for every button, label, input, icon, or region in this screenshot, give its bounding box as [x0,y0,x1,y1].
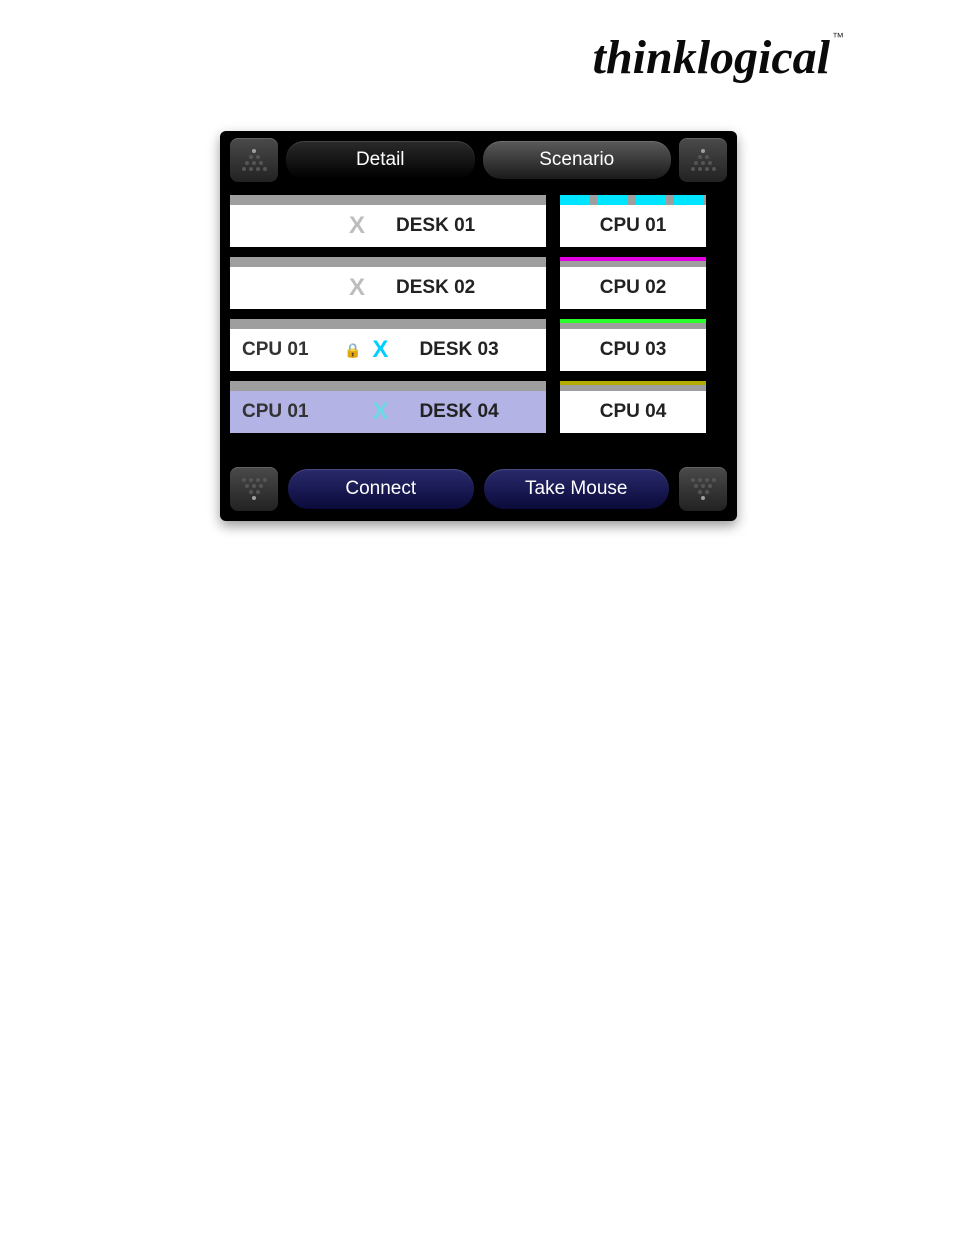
tab-scenario-label: Scenario [539,149,614,171]
disconnect-x-icon[interactable]: X [342,212,372,240]
desk-name-label: DESK 01 [396,215,475,237]
tab-detail[interactable]: Detail [286,141,475,179]
cpu-name-label: CPU 03 [600,339,667,361]
cpu-color-strip [560,319,706,329]
trademark: ™ [832,30,844,44]
take-mouse-button[interactable]: Take Mouse [484,469,670,509]
cpu-name-label: CPU 04 [600,401,667,423]
desk-name-label: DESK 03 [419,339,498,361]
cpu-cell: CPU 03 [560,329,706,371]
row-2: X DESK 02 CPU 02 [230,257,727,309]
cpu-name-label: CPU 02 [600,277,667,299]
brand-logo: thinklogical™ [593,30,844,85]
assigned-cpu-label: CPU 01 [242,339,342,361]
connect-button[interactable]: Connect [288,469,474,509]
bottom-bar: Connect Take Mouse [230,467,727,511]
desk-name-label: DESK 04 [419,401,498,423]
desk-cell: X DESK 02 [230,267,546,309]
top-bar: Detail Scenario [220,131,737,189]
disconnect-x-icon[interactable]: X [365,336,395,364]
matrix-body: X DESK 01 CPU 01 X DESK 02 [220,189,737,433]
row-4: CPU 01 🔒 X DESK 04 CPU 04 [230,381,727,433]
desk-strip [230,195,546,205]
dots-up-icon [691,149,716,171]
cpu-slot-4[interactable]: CPU 04 [560,381,706,433]
cpu-color-strip [560,195,706,205]
cpu-color-strip [560,381,706,391]
control-panel: Detail Scenario X DESK 01 [220,131,737,521]
scroll-down-right-button[interactable] [679,467,727,511]
scroll-down-left-button[interactable] [230,467,278,511]
disconnect-x-icon[interactable]: X [365,398,395,426]
cpu-name-label: CPU 01 [600,215,667,237]
dots-down-icon [691,478,716,500]
desk-cell: X DESK 01 [230,205,546,247]
desk-strip [230,257,546,267]
row-3: CPU 01 🔒 X DESK 03 CPU 03 [230,319,727,371]
cpu-cell: CPU 02 [560,267,706,309]
cpu-slot-3[interactable]: CPU 03 [560,319,706,371]
tab-scenario[interactable]: Scenario [483,141,672,179]
desk-slot-1[interactable]: X DESK 01 [230,195,546,247]
assigned-cpu-label: CPU 01 [242,401,342,423]
cpu-color-strip [560,257,706,267]
cpu-slot-2[interactable]: CPU 02 [560,257,706,309]
desk-strip [230,381,546,391]
desk-slot-2[interactable]: X DESK 02 [230,257,546,309]
tab-detail-label: Detail [356,149,405,171]
desk-name-label: DESK 02 [396,277,475,299]
scroll-up-left-button[interactable] [230,138,278,182]
desk-cell: CPU 01 🔒 X DESK 03 [230,329,546,371]
connect-label: Connect [345,478,416,500]
desk-slot-4[interactable]: CPU 01 🔒 X DESK 04 [230,381,546,433]
lock-icon: 🔒 [344,342,361,359]
cpu-cell: CPU 04 [560,391,706,433]
dots-up-icon [242,149,267,171]
cpu-slot-1[interactable]: CPU 01 [560,195,706,247]
cpu-cell: CPU 01 [560,205,706,247]
row-1: X DESK 01 CPU 01 [230,195,727,247]
disconnect-x-icon[interactable]: X [342,274,372,302]
take-mouse-label: Take Mouse [525,478,627,500]
desk-cell: CPU 01 🔒 X DESK 04 [230,391,546,433]
scroll-up-right-button[interactable] [679,138,727,182]
desk-slot-3[interactable]: CPU 01 🔒 X DESK 03 [230,319,546,371]
desk-strip [230,319,546,329]
logo-text: thinklogical [593,31,830,84]
dots-down-icon [242,478,267,500]
